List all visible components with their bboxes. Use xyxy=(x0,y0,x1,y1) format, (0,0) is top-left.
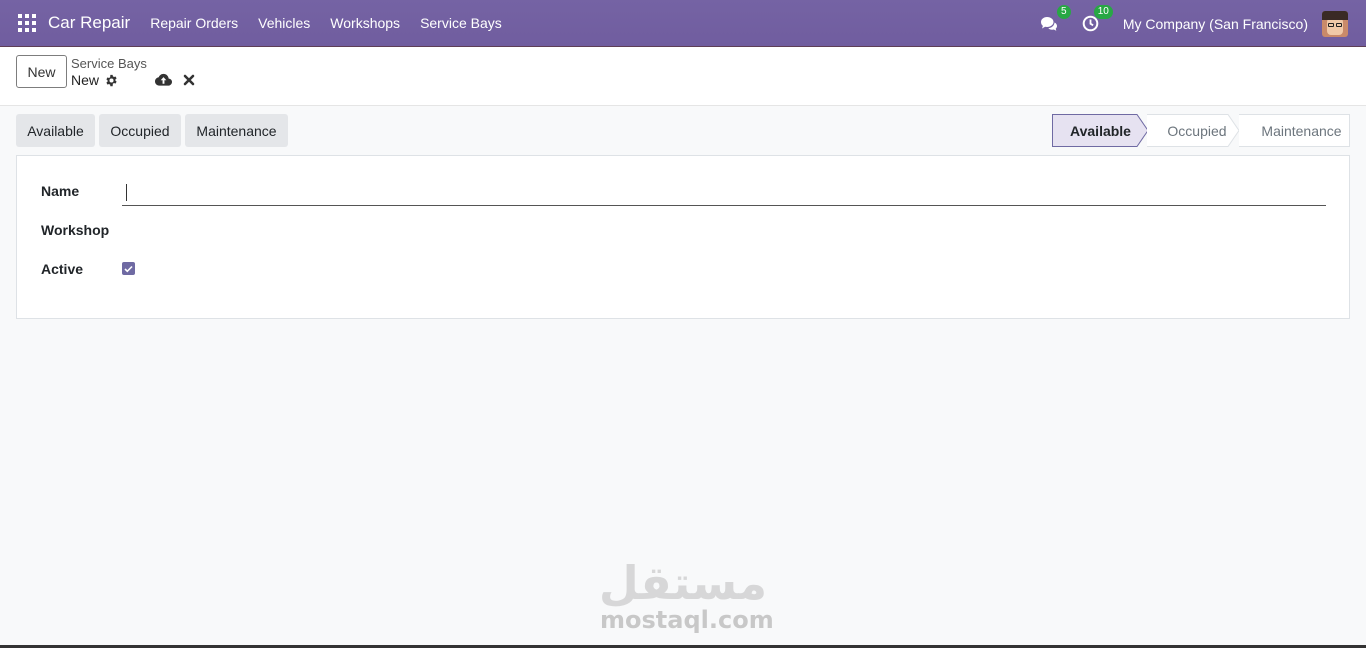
set-occupied-button[interactable]: Occupied xyxy=(99,114,181,147)
checkmark-icon xyxy=(124,265,133,272)
new-button[interactable]: New xyxy=(16,55,67,88)
menu-service-bays[interactable]: Service Bays xyxy=(420,15,502,31)
cloud-upload-icon[interactable] xyxy=(155,73,172,87)
set-available-button[interactable]: Available xyxy=(16,114,95,147)
stage-available[interactable]: Available xyxy=(1052,114,1149,147)
set-maintenance-button[interactable]: Maintenance xyxy=(185,114,288,147)
menu-repair-orders[interactable]: Repair Orders xyxy=(150,15,238,31)
workshop-label: Workshop xyxy=(41,222,110,238)
close-icon[interactable] xyxy=(183,74,195,86)
messages-button[interactable]: 5 xyxy=(1039,4,1071,34)
app-name[interactable]: Car Repair xyxy=(48,13,130,33)
menu-workshops[interactable]: Workshops xyxy=(330,15,400,31)
text-caret xyxy=(126,184,127,201)
chat-icon xyxy=(1040,16,1057,31)
user-avatar[interactable] xyxy=(1322,10,1348,37)
company-switcher[interactable]: My Company (San Francisco) xyxy=(1123,16,1308,32)
breadcrumb-current: New xyxy=(71,72,100,88)
breadcrumb-service-bays[interactable]: Service Bays xyxy=(71,56,147,71)
name-label: Name xyxy=(41,183,80,199)
activities-button[interactable]: 10 xyxy=(1081,4,1113,34)
active-checkbox[interactable] xyxy=(122,262,135,275)
menu-vehicles[interactable]: Vehicles xyxy=(258,15,310,31)
svg-text:مستقل: مستقل xyxy=(599,556,767,610)
control-panel: New Service Bays New xyxy=(0,47,1366,106)
watermark-text: mostaql.com xyxy=(600,606,774,634)
name-input[interactable] xyxy=(122,180,1326,206)
apps-menu-icon[interactable] xyxy=(18,14,36,32)
stage-occupied[interactable]: Occupied xyxy=(1147,114,1240,147)
activities-count-badge: 10 xyxy=(1093,4,1113,19)
active-label: Active xyxy=(41,261,84,277)
messages-count-badge: 5 xyxy=(1056,4,1071,19)
gear-icon[interactable] xyxy=(105,74,118,87)
stage-maintenance[interactable]: Maintenance xyxy=(1239,114,1350,147)
status-bar: Available Occupied Maintenance xyxy=(1052,114,1350,147)
top-navbar: Car Repair Repair Orders Vehicles Worksh… xyxy=(0,0,1366,47)
form-sheet: Name Workshop Active xyxy=(16,155,1350,319)
